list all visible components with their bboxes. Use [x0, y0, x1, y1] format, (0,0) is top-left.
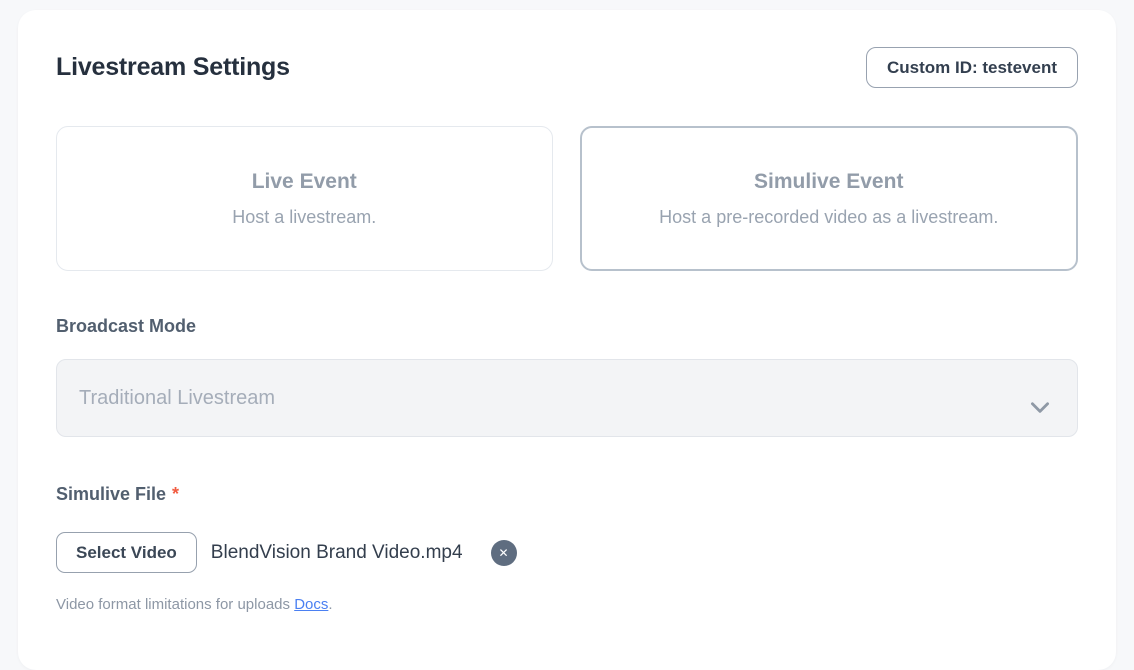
- selected-file-name: BlendVision Brand Video.mp4: [211, 542, 463, 564]
- broadcast-mode-select[interactable]: Traditional Livestream: [56, 359, 1078, 437]
- livestream-settings-panel: Livestream Settings Custom ID: testevent…: [18, 10, 1116, 670]
- note-text: Video format limitations for uploads: [56, 596, 294, 613]
- remove-file-icon[interactable]: ✕: [491, 540, 517, 566]
- panel-header: Livestream Settings Custom ID: testevent: [56, 10, 1078, 88]
- select-video-button[interactable]: Select Video: [56, 532, 197, 573]
- live-event-title: Live Event: [252, 170, 357, 194]
- simulive-file-label: Simulive File: [56, 484, 166, 505]
- docs-link[interactable]: Docs: [294, 596, 328, 613]
- simulive-file-label-row: Simulive File *: [56, 484, 1078, 505]
- note-suffix: .: [328, 596, 332, 613]
- upload-format-note: Video format limitations for uploads Doc…: [56, 596, 1078, 613]
- custom-id-button[interactable]: Custom ID: testevent: [866, 47, 1078, 88]
- simulive-file-row: Select Video BlendVision Brand Video.mp4…: [56, 532, 1078, 573]
- broadcast-mode-value: Traditional Livestream: [79, 387, 275, 410]
- event-type-selector: Live Event Host a livestream. Simulive E…: [56, 126, 1078, 271]
- page-title: Livestream Settings: [56, 53, 290, 82]
- live-event-card[interactable]: Live Event Host a livestream.: [56, 126, 553, 271]
- chevron-down-icon: [1027, 394, 1053, 420]
- simulive-event-card[interactable]: Simulive Event Host a pre-recorded video…: [580, 126, 1079, 271]
- simulive-event-description: Host a pre-recorded video as a livestrea…: [659, 207, 998, 228]
- live-event-description: Host a livestream.: [232, 207, 376, 228]
- simulive-event-title: Simulive Event: [754, 170, 903, 194]
- required-marker: *: [172, 484, 179, 505]
- broadcast-mode-label: Broadcast Mode: [56, 316, 1078, 337]
